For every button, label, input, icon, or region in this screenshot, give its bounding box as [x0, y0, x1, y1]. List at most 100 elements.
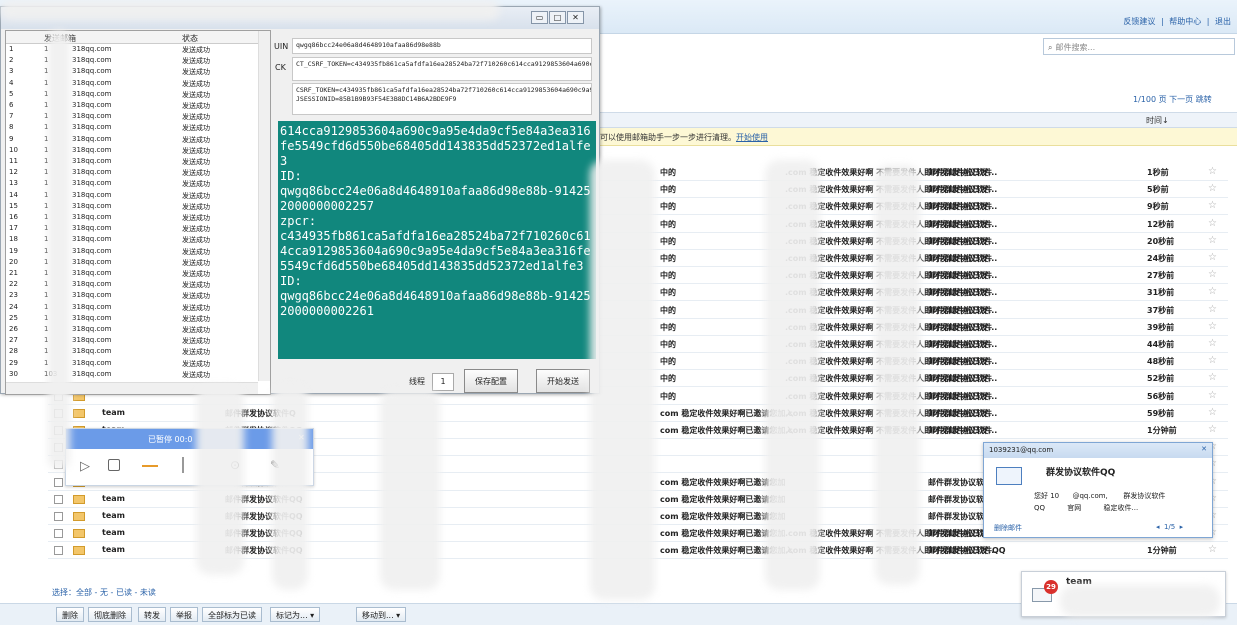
restore-icon[interactable]: □ — [549, 11, 566, 24]
help-link[interactable]: 帮助中心 — [1169, 17, 1201, 26]
grid-row[interactable]: 2 1 发送成功 318qq.com — [6, 56, 258, 66]
grid-row[interactable]: 18 1 发送成功 318qq.com — [6, 235, 258, 245]
star-icon[interactable]: ☆ — [1208, 304, 1217, 315]
ck-field[interactable]: CT_CSRF_TOKEN=c434935fb861ca5afdfa16ea28… — [292, 57, 592, 81]
grid-row[interactable]: 11 1 发送成功 318qq.com — [6, 157, 258, 167]
row-status: 发送成功 — [182, 281, 210, 290]
star-icon[interactable]: ☆ — [1208, 166, 1217, 177]
row-checkbox[interactable] — [54, 512, 63, 521]
grid-row[interactable]: 12 1 发送成功 318qq.com — [6, 168, 258, 178]
toolbar-button[interactable]: 转发 — [138, 607, 166, 622]
row-number: 12 — [9, 168, 18, 177]
threads-label: 线程 — [409, 377, 425, 386]
star-icon[interactable]: ☆ — [1208, 252, 1217, 263]
stop-icon[interactable] — [108, 459, 120, 471]
grid-row[interactable]: 20 1 发送成功 318qq.com — [6, 258, 258, 268]
grid-row[interactable]: 15 1 发送成功 318qq.com — [6, 202, 258, 212]
grid-row[interactable]: 1 1 发送成功 318qq.com — [6, 45, 258, 55]
toolbar-button[interactable]: 标记为... ▾ — [270, 607, 321, 622]
new-mail-popup[interactable]: 1039231@qq.com ✕ 群发协议软件QQ 您好 10 @qq.com, … — [983, 442, 1213, 538]
mail-search-input[interactable]: ⌕ 邮件搜索... — [1043, 38, 1235, 55]
start-send-button[interactable]: 开始发送 — [536, 369, 590, 393]
row-email-domain: 318qq.com — [72, 269, 112, 277]
select-filter[interactable]: 选择：全部 - 无 - 已读 - 未读 — [52, 587, 156, 598]
grid-row[interactable]: 14 1 发送成功 318qq.com — [6, 191, 258, 201]
popup-close-icon[interactable]: ✕ — [1201, 445, 1207, 453]
play-icon[interactable]: ▷ — [80, 459, 90, 474]
grid-row[interactable]: 19 1 发送成功 318qq.com — [6, 247, 258, 257]
row-number: 30 — [9, 369, 18, 378]
grid-row[interactable]: 6 1 发送成功 318qq.com — [6, 101, 258, 111]
star-icon[interactable]: ☆ — [1208, 544, 1217, 555]
row-checkbox[interactable] — [54, 529, 63, 539]
row-status: 发送成功 — [182, 258, 210, 267]
star-icon[interactable]: ☆ — [1208, 355, 1217, 366]
star-icon[interactable]: ☆ — [1208, 390, 1217, 401]
time-column-header[interactable]: 时间↓ — [1146, 115, 1169, 126]
grid-row[interactable]: 16 1 发送成功 318qq.com — [6, 213, 258, 223]
star-icon[interactable]: ☆ — [1208, 372, 1217, 383]
grid-row[interactable]: 13 1 发送成功 318qq.com — [6, 179, 258, 189]
star-icon[interactable]: ☆ — [1208, 235, 1217, 246]
toolbar-button[interactable]: 彻底删除 — [88, 607, 132, 622]
grid-row[interactable]: 10 1 发送成功 318qq.com — [6, 146, 258, 156]
minimize-icon[interactable]: ▭ — [531, 11, 548, 24]
grid-row[interactable]: 25 1 发送成功 318qq.com — [6, 314, 258, 324]
grid-row[interactable]: 24 1 发送成功 318qq.com — [6, 303, 258, 313]
jump-link[interactable]: 跳转 — [1196, 95, 1212, 104]
row-preview: 中的 — [660, 305, 676, 315]
star-icon[interactable]: ☆ — [1208, 200, 1217, 211]
next-page-link[interactable]: 下一页 — [1169, 95, 1193, 104]
pager: 1/100 页 下一页 跳转 — [1133, 94, 1212, 105]
feedback-link[interactable]: 反馈建议 — [1123, 17, 1155, 26]
row-number: 14 — [9, 190, 18, 199]
grid-row[interactable]: 28 1 发送成功 318qq.com — [6, 347, 258, 357]
status-column-header[interactable]: 状态 — [182, 33, 198, 44]
row-checkbox[interactable] — [54, 494, 63, 504]
star-icon[interactable]: ☆ — [1208, 286, 1217, 297]
row-checkbox[interactable] — [54, 546, 63, 556]
grid-row[interactable]: 30103发送成功318qq.com — [6, 370, 258, 380]
row-checkbox[interactable] — [54, 477, 63, 487]
row-email-domain: 318qq.com — [72, 246, 112, 255]
grid-row[interactable]: 5 1 发送成功 318qq.com — [6, 90, 258, 100]
uin-label: UIN — [274, 42, 289, 51]
star-icon[interactable]: ☆ — [1208, 424, 1217, 435]
threads-input[interactable]: 1 — [432, 373, 454, 391]
row-time: 37秒前 — [1147, 305, 1175, 315]
toolbar-button[interactable]: 全部标为已读 — [202, 607, 262, 622]
grid-row[interactable]: 3 1 发送成功 318qq.com — [6, 67, 258, 77]
toolbar-button[interactable]: 举报 — [170, 607, 198, 622]
grid-row[interactable]: 27 1 发送成功 318qq.com — [6, 336, 258, 346]
star-icon[interactable]: ☆ — [1208, 321, 1217, 332]
grid-vertical-scrollbar[interactable] — [258, 31, 270, 381]
tip-start-link[interactable]: 开始使用 — [736, 133, 768, 142]
logout-link[interactable]: 退出 — [1215, 17, 1231, 26]
star-icon[interactable]: ☆ — [1208, 338, 1217, 349]
csrf-field[interactable]: CSRF_TOKEN=c434935fb861ca5afdfa16ea28524… — [292, 83, 592, 115]
mail-list-header — [600, 112, 1237, 128]
grid-row[interactable]: 22 1 发送成功 318qq.com — [6, 280, 258, 290]
row-status: 发送成功 — [182, 314, 210, 323]
star-icon[interactable]: ☆ — [1208, 218, 1217, 229]
grid-row[interactable]: 23 1 发送成功 318qq.com — [6, 291, 258, 301]
star-icon[interactable]: ☆ — [1208, 183, 1217, 194]
popup-pager[interactable]: ◂ 1/5 ▸ — [1156, 523, 1183, 531]
toolbar-button[interactable]: 删除 — [56, 607, 84, 622]
grid-row[interactable]: 21 1 发送成功 318qq.com — [6, 269, 258, 279]
grid-row[interactable]: 7 1 发送成功 318qq.com — [6, 112, 258, 122]
grid-row[interactable]: 4 1 发送成功 318qq.com — [6, 79, 258, 89]
grid-row[interactable]: 8 1 发送成功 318qq.com — [6, 123, 258, 133]
uin-field[interactable]: qwgq86bcc24e06a8d4648910afaa86d98e88b — [292, 38, 592, 54]
star-icon[interactable]: ☆ — [1208, 407, 1217, 418]
grid-row[interactable]: 9 1 发送成功 318qq.com — [6, 135, 258, 145]
star-icon[interactable]: ☆ — [1208, 269, 1217, 280]
row-status: 发送成功 — [182, 124, 210, 133]
popup-delete-link[interactable]: 删除邮件 — [994, 523, 1022, 533]
grid-row[interactable]: 26 1 发送成功 318qq.com — [6, 325, 258, 335]
grid-row[interactable]: 29 1 发送成功 318qq.com — [6, 359, 258, 369]
toolbar-button[interactable]: 移动到... ▾ — [356, 607, 407, 622]
grid-row[interactable]: 17 1 发送成功 318qq.com — [6, 224, 258, 234]
save-config-button[interactable]: 保存配置 — [464, 369, 518, 393]
close-icon[interactable]: ✕ — [567, 11, 584, 24]
